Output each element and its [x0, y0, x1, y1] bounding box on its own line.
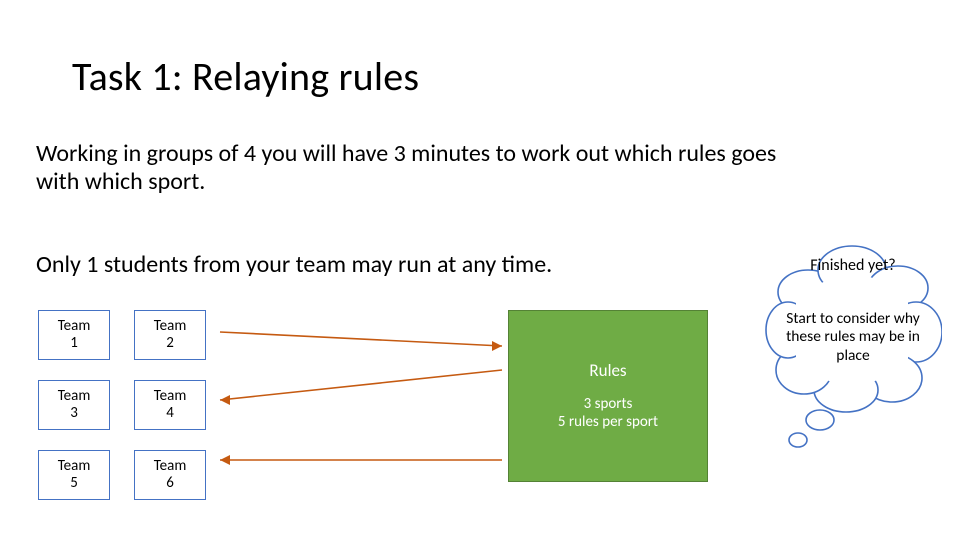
arrows-diagram: [214, 310, 514, 502]
cloud-question: Finished yet?: [778, 256, 928, 275]
cloud-tip: Start to consider why these rules may be…: [786, 310, 920, 365]
team-label: Team3: [58, 388, 91, 423]
team-box-3: Team3: [38, 380, 110, 430]
teams-grid: Team1 Team2 Team3 Team4 Team5 Team6: [38, 310, 206, 500]
instruction-paragraph-1: Working in groups of 4 you will have 3 m…: [36, 140, 796, 195]
team-label: Team4: [154, 388, 187, 423]
team-label: Team1: [58, 318, 91, 353]
slide: Task 1: Relaying rules Working in groups…: [0, 0, 960, 540]
instruction-paragraph-2: Only 1 students from your team may run a…: [36, 250, 756, 279]
team-label: Team6: [154, 458, 187, 493]
rules-title: Rules: [589, 361, 626, 381]
page-title: Task 1: Relaying rules: [72, 52, 419, 101]
rules-line-2: 5 rules per sport: [558, 413, 658, 431]
team-box-2: Team2: [134, 310, 206, 360]
thought-cloud: Finished yet? Start to consider why thes…: [764, 238, 942, 456]
team-label: Team2: [154, 318, 187, 353]
team-box-1: Team1: [38, 310, 110, 360]
team-box-4: Team4: [134, 380, 206, 430]
team-box-6: Team6: [134, 450, 206, 500]
rules-box: Rules 3 sports 5 rules per sport: [508, 310, 708, 482]
rules-line-1: 3 sports: [584, 395, 633, 413]
team-label: Team5: [58, 458, 91, 493]
team-box-5: Team5: [38, 450, 110, 500]
